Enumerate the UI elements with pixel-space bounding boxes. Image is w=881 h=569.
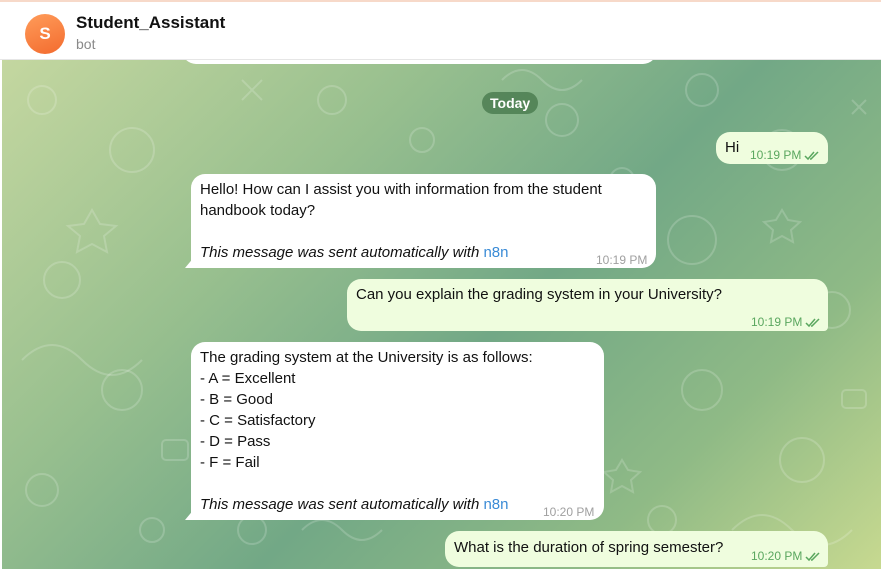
message-meta: 10:19 PM xyxy=(750,145,820,166)
message-time: 10:19 PM xyxy=(750,148,802,162)
message-line: - B = Good xyxy=(200,391,273,408)
double-check-icon xyxy=(805,318,820,328)
message-line: handbook today? xyxy=(200,202,316,219)
outgoing-message[interactable]: Can you explain the grading system in yo… xyxy=(347,279,828,331)
outgoing-message[interactable]: Hi 10:19 PM xyxy=(716,132,828,164)
message-line: - F = Fail xyxy=(200,454,260,471)
avatar[interactable]: S xyxy=(25,14,65,54)
message-time: 10:20 PM xyxy=(543,505,595,519)
message-meta: 10:20 PM xyxy=(751,546,821,567)
double-check-icon xyxy=(805,552,820,562)
incoming-message[interactable]: Hello! How can I assist you with informa… xyxy=(191,174,656,268)
message-text: Hi xyxy=(725,139,740,156)
message-text: Can you explain the grading system in yo… xyxy=(356,286,723,303)
n8n-link[interactable]: n8n xyxy=(483,244,508,261)
message-line: The grading system at the University is … xyxy=(200,349,533,366)
message-line: - D = Pass xyxy=(200,433,271,450)
incoming-message[interactable]: The grading system at the University is … xyxy=(191,342,604,520)
chat-header: S Student_Assistant bot xyxy=(0,0,881,60)
message-line: - C = Satisfactory xyxy=(200,412,316,429)
outgoing-message[interactable]: What is the duration of spring semester?… xyxy=(445,531,828,567)
message-time: 10:19 PM xyxy=(751,315,803,329)
message-text: What is the duration of spring semester? xyxy=(454,539,724,556)
previous-message-bubble xyxy=(182,60,657,64)
message-line: - A = Excellent xyxy=(200,370,296,387)
chat-subtitle: bot xyxy=(76,36,96,52)
message-time: 10:19 PM xyxy=(596,253,648,267)
chat-area[interactable]: Today Hi 10:19 PM Hello! How can I assis… xyxy=(2,60,881,569)
auto-sent-note: This message was sent automatically with… xyxy=(200,242,508,263)
chat-title[interactable]: Student_Assistant xyxy=(76,13,225,33)
message-line: Hello! How can I assist you with informa… xyxy=(200,181,602,198)
date-separator: Today xyxy=(482,92,539,114)
auto-note-text: This message was sent automatically with xyxy=(200,244,480,261)
message-meta: 10:19 PM xyxy=(751,312,821,333)
n8n-link[interactable]: n8n xyxy=(483,496,508,513)
message-time: 10:20 PM xyxy=(751,549,803,563)
auto-note-text: This message was sent automatically with xyxy=(200,496,480,513)
auto-sent-note: This message was sent automatically with… xyxy=(200,494,508,515)
double-check-icon xyxy=(804,151,819,161)
